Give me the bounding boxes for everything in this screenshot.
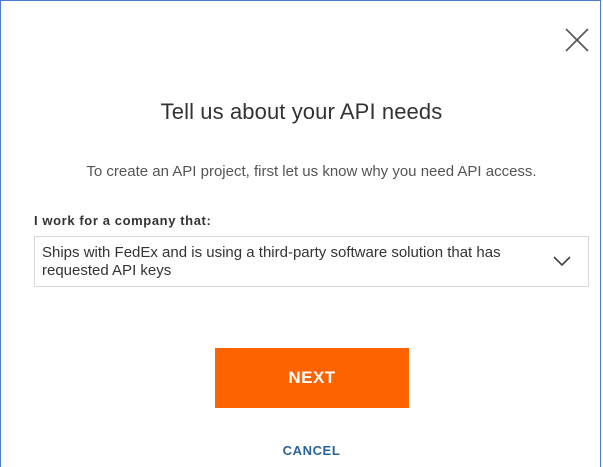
api-needs-dialog: Tell us about your API needs To create a… <box>0 0 601 467</box>
chevron-down-icon <box>551 253 573 269</box>
close-icon <box>562 25 592 55</box>
company-type-selected-value: Ships with FedEx and is using a third-pa… <box>42 244 501 279</box>
dialog-subtitle: To create an API project, first let us k… <box>86 163 537 180</box>
company-type-label: I work for a company that: <box>34 213 212 228</box>
dialog-title: Tell us about your API needs <box>160 99 443 124</box>
cancel-link[interactable]: CANCEL <box>1 443 603 458</box>
close-button[interactable] <box>562 25 592 55</box>
next-button[interactable]: NEXT <box>215 348 409 408</box>
company-type-select[interactable]: Ships with FedEx and is using a third-pa… <box>34 236 589 287</box>
